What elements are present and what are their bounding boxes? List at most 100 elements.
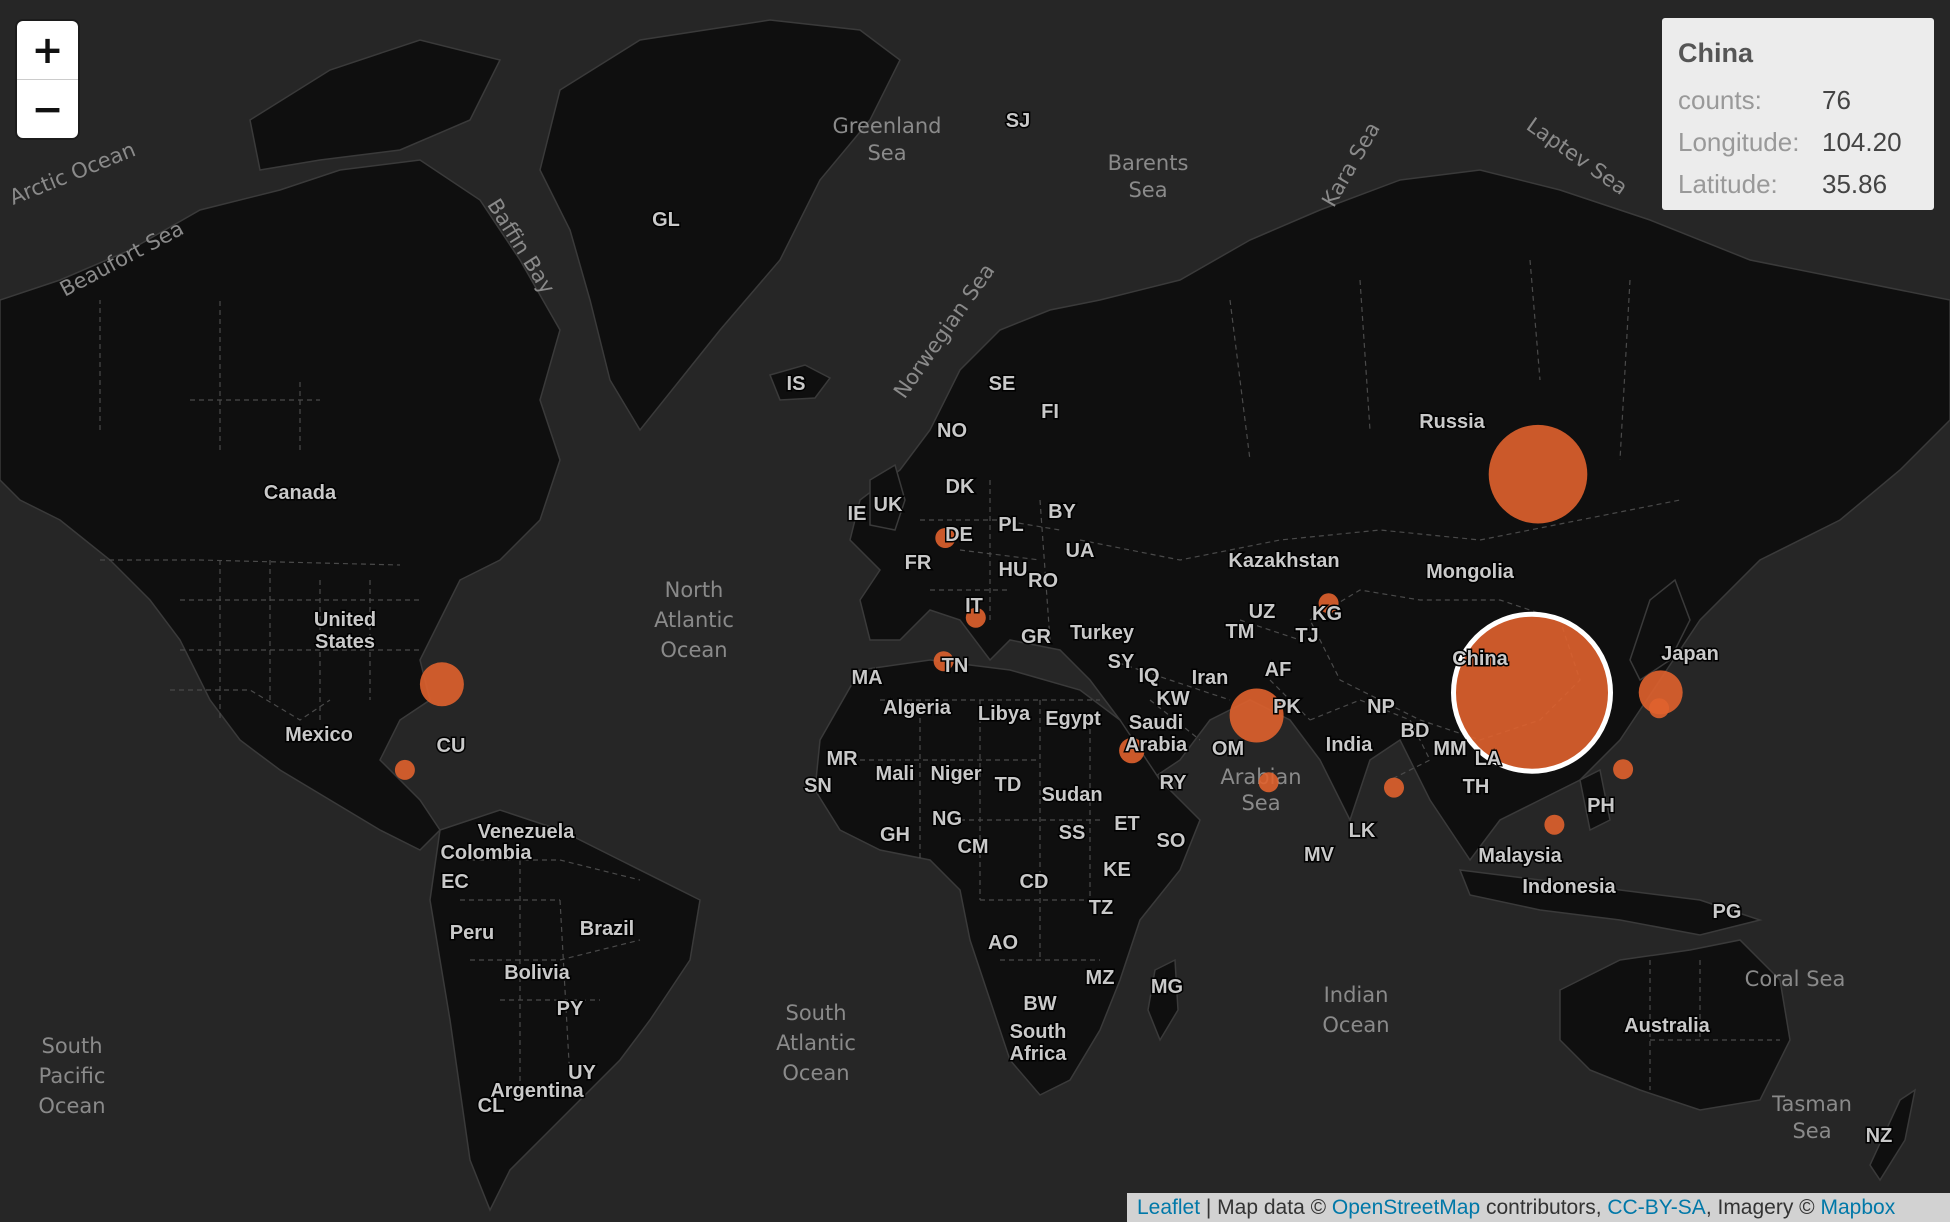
country-label: China xyxy=(1452,648,1508,670)
country-label: CL xyxy=(478,1095,505,1117)
country-label: ET xyxy=(1114,813,1140,835)
country-label: AO xyxy=(988,932,1018,954)
country-label: SY xyxy=(1108,651,1135,673)
country-label: Libya xyxy=(978,703,1031,725)
country-label: FI xyxy=(1041,401,1059,423)
country-label: States xyxy=(315,631,375,653)
marker-russia[interactable] xyxy=(1488,424,1588,524)
water-label: Sea xyxy=(1792,1119,1831,1143)
country-label: SJ xyxy=(1006,110,1030,132)
country-label: BD xyxy=(1401,720,1430,742)
marker-south-korea-south[interactable] xyxy=(1649,698,1670,719)
country-label: UZ xyxy=(1249,601,1276,623)
country-label: RY xyxy=(1159,772,1187,794)
leaflet-link[interactable]: Leaflet xyxy=(1137,1196,1200,1219)
basemap[interactable]: Greenland Sea Barents Sea North Atlantic Ocean… xyxy=(0,0,1950,1222)
info-row-counts: counts: 76 xyxy=(1678,79,1918,121)
country-label: Niger xyxy=(930,763,981,785)
country-label: Australia xyxy=(1624,1015,1710,1037)
attribution-text: contributors, xyxy=(1480,1196,1608,1219)
country-label: IS xyxy=(787,373,806,395)
water-label: Pacific xyxy=(39,1064,106,1088)
country-label: TH xyxy=(1463,776,1490,798)
country-label: Argentina xyxy=(490,1080,584,1102)
land-greenland xyxy=(539,19,901,432)
map-container[interactable]: Greenland Sea Barents Sea North Atlantic Ocean… xyxy=(0,0,1950,1222)
country-label: Saudi xyxy=(1129,712,1183,734)
license-link[interactable]: CC-BY-SA xyxy=(1607,1196,1705,1219)
zoom-in-button[interactable]: + xyxy=(17,21,78,79)
country-label: TN xyxy=(942,655,969,677)
marker-oman[interactable] xyxy=(1258,772,1279,793)
country-label: United xyxy=(314,609,376,631)
country-label: MR xyxy=(826,748,858,770)
info-key: counts: xyxy=(1678,85,1762,115)
mapbox-link[interactable]: Mapbox xyxy=(1820,1196,1895,1219)
info-title: China xyxy=(1678,38,1754,68)
country-label: Sudan xyxy=(1041,784,1102,806)
country-label: IT xyxy=(965,595,983,617)
marker-vietnam[interactable] xyxy=(1544,814,1565,835)
country-label: CU xyxy=(437,735,466,757)
country-label: MV xyxy=(1304,844,1335,866)
info-row-longitude: Longitude: 104.20 xyxy=(1678,121,1918,163)
country-label: PY xyxy=(557,998,584,1020)
country-label: SO xyxy=(1157,830,1186,852)
country-label: Algeria xyxy=(883,697,952,719)
water-label: Ocean xyxy=(782,1061,849,1085)
country-label: Brazil xyxy=(580,918,634,940)
country-label: Venezuela xyxy=(478,821,576,843)
zoom-out-button[interactable]: − xyxy=(17,79,78,138)
marker-india[interactable] xyxy=(1384,777,1404,798)
osm-link[interactable]: OpenStreetMap xyxy=(1332,1196,1480,1219)
country-label: Mexico xyxy=(285,724,353,746)
info-value: 76 xyxy=(1822,85,1851,115)
country-label: TM xyxy=(1226,621,1255,643)
country-label: Turkey xyxy=(1070,622,1135,644)
country-label: Canada xyxy=(264,482,337,504)
country-label: PL xyxy=(998,514,1024,536)
country-label: Peru xyxy=(450,922,494,944)
country-label: India xyxy=(1326,734,1374,756)
country-label: EC xyxy=(441,871,469,893)
country-label: Arabia xyxy=(1125,734,1188,756)
water-label: Barents xyxy=(1108,151,1189,175)
country-label: KE xyxy=(1103,859,1131,881)
country-label: UK xyxy=(874,494,903,516)
water-label: North xyxy=(665,578,724,602)
info-value: 104.20 xyxy=(1822,127,1902,157)
marker-mexico[interactable] xyxy=(394,759,415,780)
country-label: PH xyxy=(1587,795,1615,817)
country-label: DE xyxy=(945,524,973,546)
country-label: BY xyxy=(1048,501,1076,523)
country-label: Iran xyxy=(1192,667,1229,689)
country-label: Kazakhstan xyxy=(1228,550,1339,572)
country-label: KW xyxy=(1156,688,1189,710)
water-label: Coral Sea xyxy=(1745,967,1846,991)
country-label: South xyxy=(1010,1021,1067,1043)
country-label: CD xyxy=(1020,871,1049,893)
country-label: Russia xyxy=(1419,411,1485,433)
country-label: HU xyxy=(999,559,1028,581)
country-label: NO xyxy=(937,420,967,442)
water-label: South xyxy=(41,1034,102,1058)
country-label: TJ xyxy=(1295,625,1318,647)
country-label: MG xyxy=(1151,976,1183,998)
attribution-text: | Map data © xyxy=(1200,1196,1332,1219)
marker-taiwan[interactable] xyxy=(1613,759,1634,780)
info-key: Longitude: xyxy=(1678,127,1800,157)
country-label: NP xyxy=(1367,696,1395,718)
attribution-bar: Leaflet | Map data © OpenStreetMap contr… xyxy=(1127,1193,1950,1222)
country-label: MZ xyxy=(1086,967,1115,989)
water-label: Atlantic xyxy=(654,608,734,632)
country-label: RO xyxy=(1028,570,1058,592)
water-label: Ocean xyxy=(660,638,727,662)
water-label: Ocean xyxy=(38,1094,105,1118)
marker-united-states[interactable] xyxy=(419,662,464,707)
info-row-latitude: Latitude: 35.86 xyxy=(1678,163,1918,205)
country-label: Mali xyxy=(876,763,915,785)
land-madagascar xyxy=(1147,958,1179,1042)
info-value: 35.86 xyxy=(1822,169,1888,199)
country-label: GL xyxy=(652,209,680,231)
land-north-america xyxy=(0,159,561,851)
